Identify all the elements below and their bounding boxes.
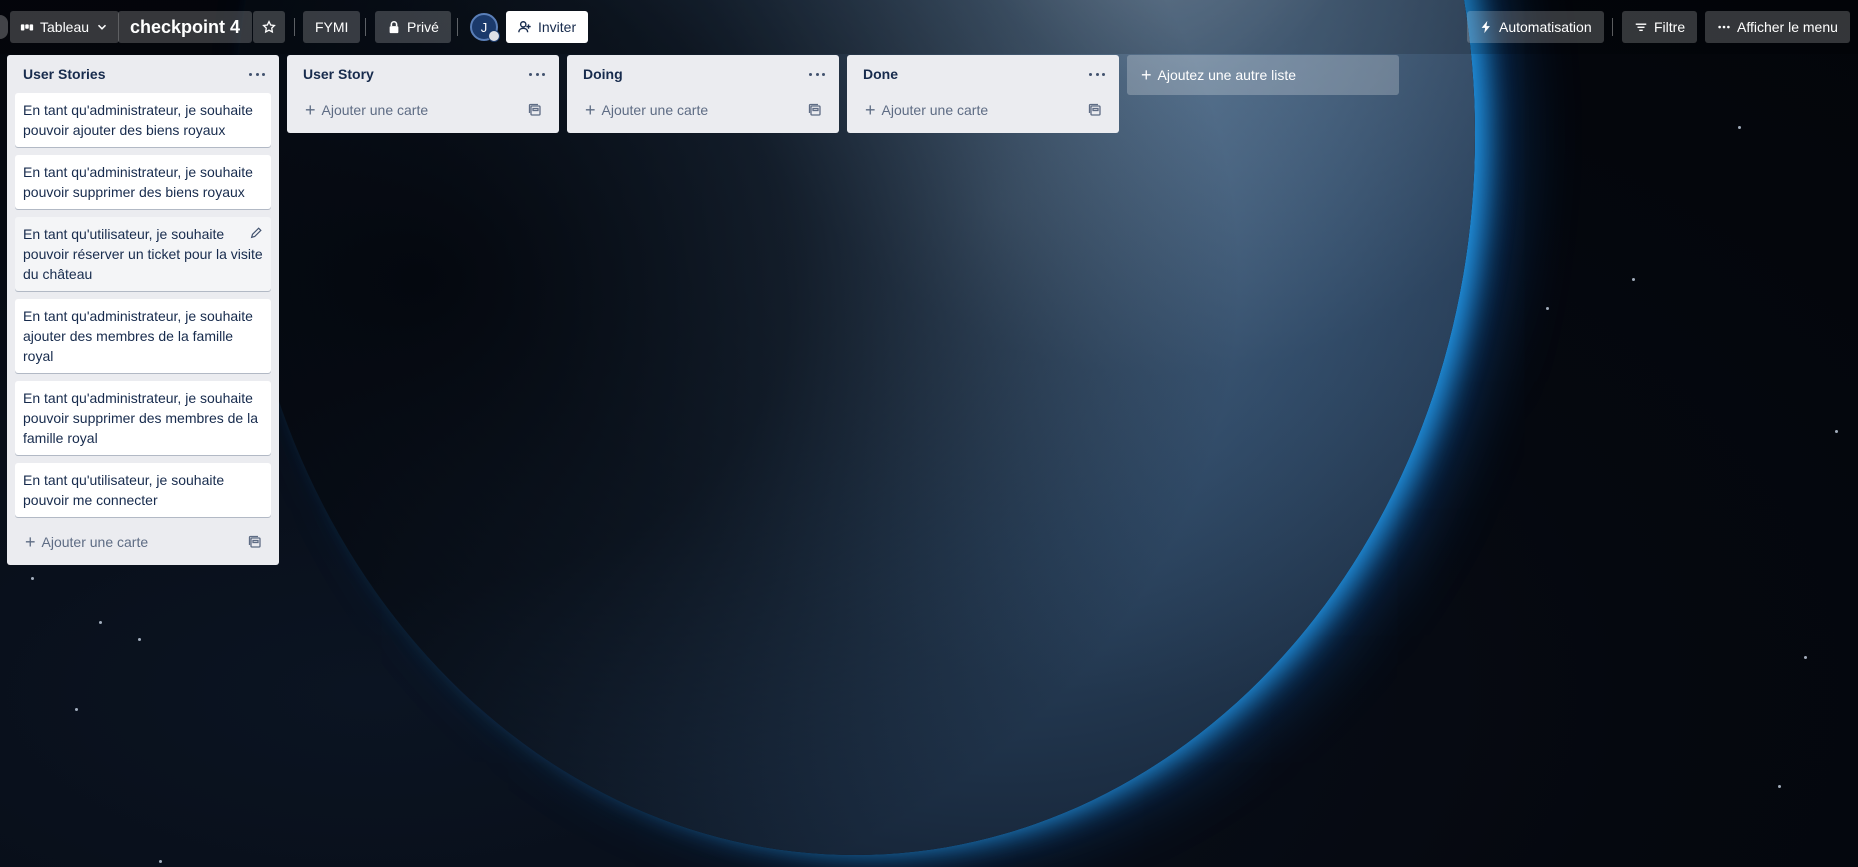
add-card-button[interactable]: + Ajouter une carte <box>305 101 428 119</box>
invite-label: Inviter <box>538 19 577 35</box>
workspace-button[interactable]: FYMI <box>303 11 361 43</box>
avatar-initial: J <box>480 19 488 35</box>
list-title[interactable]: User Stories <box>23 66 105 82</box>
header-divider <box>294 18 295 36</box>
list-title[interactable]: Doing <box>583 66 623 82</box>
list-header: User Story <box>295 55 551 93</box>
view-switcher-button[interactable]: Tableau <box>10 11 120 43</box>
invite-button[interactable]: Inviter <box>506 11 589 43</box>
show-menu-button[interactable]: Afficher le menu <box>1705 11 1850 43</box>
board-title[interactable]: checkpoint 4 <box>118 11 253 43</box>
pencil-icon[interactable] <box>249 226 263 240</box>
card-template-icon[interactable] <box>247 534 263 550</box>
plus-icon: + <box>1141 65 1152 85</box>
star <box>1632 278 1635 281</box>
list-menu-icon[interactable] <box>529 69 545 79</box>
board-header: Tableau checkpoint 4 FYMI Privé J Invite… <box>0 0 1858 54</box>
list-menu-icon[interactable] <box>249 69 265 79</box>
header-divider <box>1612 18 1613 36</box>
admin-badge-icon <box>488 30 500 42</box>
add-card-label: Ajouter une carte <box>321 102 429 118</box>
show-menu-label: Afficher le menu <box>1737 19 1838 35</box>
add-person-icon <box>518 21 531 33</box>
add-list-button[interactable]: + Ajoutez une autre liste <box>1127 55 1399 95</box>
filter-label: Filtre <box>1654 19 1686 35</box>
card[interactable]: En tant qu'administrateur, je souhaite p… <box>15 155 271 209</box>
card-template-icon[interactable] <box>527 102 543 118</box>
filter-button[interactable]: Filtre <box>1622 11 1698 43</box>
list-done: Done + Ajouter une carte <box>847 55 1119 133</box>
star <box>138 638 141 641</box>
plus-icon: + <box>865 100 876 120</box>
add-card-button[interactable]: + Ajouter une carte <box>585 101 708 119</box>
add-card-label: Ajouter une carte <box>881 102 989 118</box>
list-header: Doing <box>575 55 831 93</box>
list-title[interactable]: Done <box>863 66 898 82</box>
chevron-down-icon <box>97 24 107 30</box>
header-divider <box>457 18 458 36</box>
star-icon <box>262 20 276 34</box>
visibility-label: Privé <box>407 19 439 35</box>
add-card-row: + Ajouter une carte <box>295 93 551 127</box>
list-menu-icon[interactable] <box>809 69 825 79</box>
visibility-button[interactable]: Privé <box>375 11 451 43</box>
board-view-icon <box>20 24 34 31</box>
header-divider <box>365 18 366 36</box>
star <box>75 708 78 711</box>
plus-icon: + <box>25 532 36 552</box>
filter-icon <box>1635 23 1647 32</box>
card[interactable]: En tant qu'utilisateur, je souhaite pouv… <box>15 217 271 291</box>
member-avatar[interactable]: J <box>470 13 500 42</box>
list-title[interactable]: User Story <box>303 66 374 82</box>
star <box>1804 656 1807 659</box>
add-card-button[interactable]: + Ajouter une carte <box>25 533 148 551</box>
plus-icon: + <box>305 100 316 120</box>
card[interactable]: En tant qu'administrateur, je souhaite p… <box>15 381 271 455</box>
add-list-label: Ajoutez une autre liste <box>1157 67 1297 83</box>
card-template-icon[interactable] <box>1087 102 1103 118</box>
lightning-icon <box>1481 20 1490 34</box>
add-card-label: Ajouter une carte <box>601 102 709 118</box>
view-switcher-label: Tableau <box>40 19 90 35</box>
add-card-label: Ajouter une carte <box>41 534 149 550</box>
star <box>99 621 102 624</box>
plus-icon: + <box>585 100 596 120</box>
lock-icon <box>389 21 399 34</box>
star <box>1738 126 1741 129</box>
add-card-button[interactable]: + Ajouter une carte <box>865 101 988 119</box>
automation-label: Automatisation <box>1499 19 1592 35</box>
list-doing: Doing + Ajouter une carte <box>567 55 839 133</box>
star <box>1546 307 1549 310</box>
star <box>1835 430 1838 433</box>
card[interactable]: En tant qu'administrateur, je souhaite a… <box>15 299 271 373</box>
star <box>1778 785 1781 788</box>
sidebar-toggle[interactable] <box>0 15 8 39</box>
list-user-story: User Story + Ajouter une carte <box>287 55 559 133</box>
card[interactable]: En tant qu'utilisateur, je souhaite pouv… <box>15 463 271 517</box>
list-header: Done <box>855 55 1111 93</box>
star-button[interactable] <box>253 11 285 43</box>
automation-button[interactable]: Automatisation <box>1467 11 1604 43</box>
list-menu-icon[interactable] <box>1089 69 1105 79</box>
star <box>159 860 162 863</box>
card-template-icon[interactable] <box>807 102 823 118</box>
star <box>31 577 34 580</box>
card-text: En tant qu'utilisateur, je souhaite pouv… <box>23 226 263 282</box>
card[interactable]: En tant qu'administrateur, je souhaite p… <box>15 93 271 147</box>
list-header: User Stories <box>15 55 271 93</box>
add-card-row: + Ajouter une carte <box>15 525 271 559</box>
more-dots-icon <box>1718 25 1730 29</box>
add-card-row: + Ajouter une carte <box>575 93 831 127</box>
add-card-row: + Ajouter une carte <box>855 93 1111 127</box>
list-user-stories: User Stories En tant qu'administrateur, … <box>7 55 279 565</box>
